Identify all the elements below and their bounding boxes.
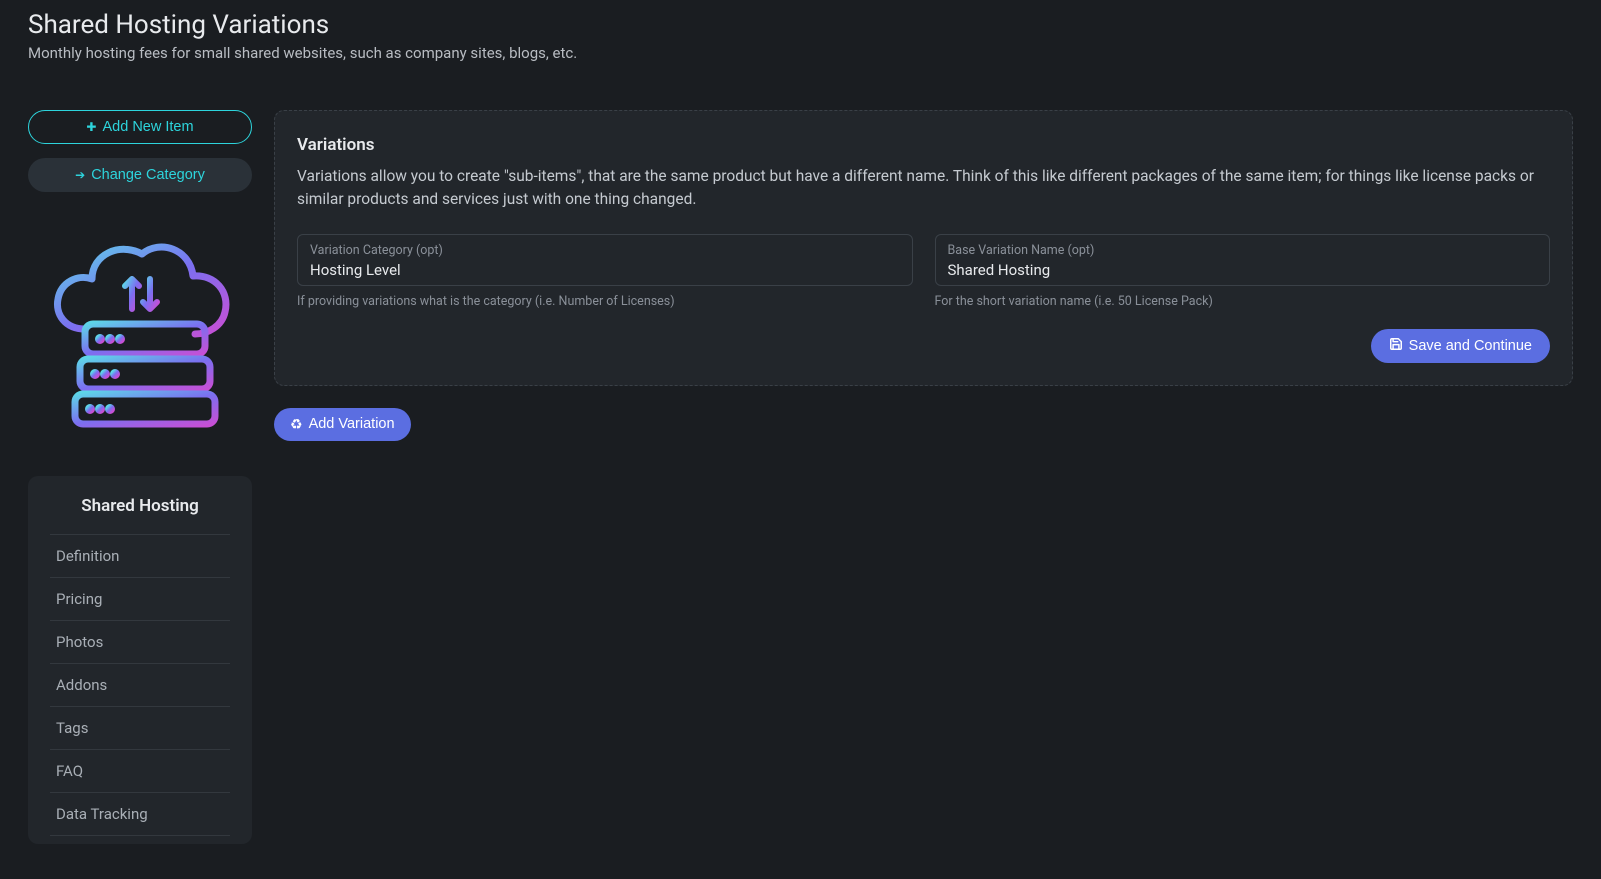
add-variation-button[interactable]: Add Variation xyxy=(274,408,411,441)
side-panel-title: Shared Hosting xyxy=(40,496,240,516)
nav-item-addons[interactable]: Addons xyxy=(50,664,230,707)
nav-item-definition[interactable]: Definition xyxy=(50,534,230,578)
page-title: Shared Hosting Variations xyxy=(28,10,1573,40)
variations-card: Variations Variations allow you to creat… xyxy=(274,110,1573,386)
cloud-server-icon xyxy=(30,224,250,444)
nav-item-faq[interactable]: FAQ xyxy=(50,750,230,793)
base-variation-label: Base Variation Name (opt) xyxy=(948,243,1538,258)
save-continue-button[interactable]: Save and Continue xyxy=(1371,329,1550,363)
variation-category-hint: If providing variations what is the cate… xyxy=(297,294,913,309)
page-subtitle: Monthly hosting fees for small shared we… xyxy=(28,44,1573,62)
save-icon xyxy=(1389,337,1403,355)
nav-item-pricing[interactable]: Pricing xyxy=(50,578,230,621)
nav-item-tags[interactable]: Tags xyxy=(50,707,230,750)
variation-category-label: Variation Category (opt) xyxy=(310,243,900,258)
main-content: Variations Variations allow you to creat… xyxy=(274,110,1573,844)
side-nav-panel: Shared Hosting Definition Pricing Photos… xyxy=(28,476,252,844)
variation-category-input-wrap[interactable]: Variation Category (opt) xyxy=(297,234,913,286)
variation-category-input[interactable] xyxy=(310,261,900,279)
recycle-icon xyxy=(290,416,303,433)
variations-card-desc: Variations allow you to create "sub-item… xyxy=(297,165,1550,212)
product-image xyxy=(28,222,252,446)
save-continue-label: Save and Continue xyxy=(1409,338,1532,354)
change-category-label: Change Category xyxy=(91,167,205,183)
sidebar: Add New Item Change Category xyxy=(28,110,252,844)
arrow-right-icon xyxy=(75,167,85,183)
base-variation-input-wrap[interactable]: Base Variation Name (opt) xyxy=(935,234,1551,286)
add-new-item-label: Add New Item xyxy=(102,119,193,135)
change-category-button[interactable]: Change Category xyxy=(28,158,252,192)
add-new-item-button[interactable]: Add New Item xyxy=(28,110,252,144)
base-variation-hint: For the short variation name (i.e. 50 Li… xyxy=(935,294,1551,309)
side-nav-list: Definition Pricing Photos Addons Tags FA… xyxy=(50,534,230,836)
nav-item-photos[interactable]: Photos xyxy=(50,621,230,664)
add-variation-label: Add Variation xyxy=(309,416,395,432)
variations-card-title: Variations xyxy=(297,135,1550,155)
nav-item-data-tracking[interactable]: Data Tracking xyxy=(50,793,230,836)
base-variation-input[interactable] xyxy=(948,261,1538,279)
plus-icon xyxy=(86,119,96,135)
